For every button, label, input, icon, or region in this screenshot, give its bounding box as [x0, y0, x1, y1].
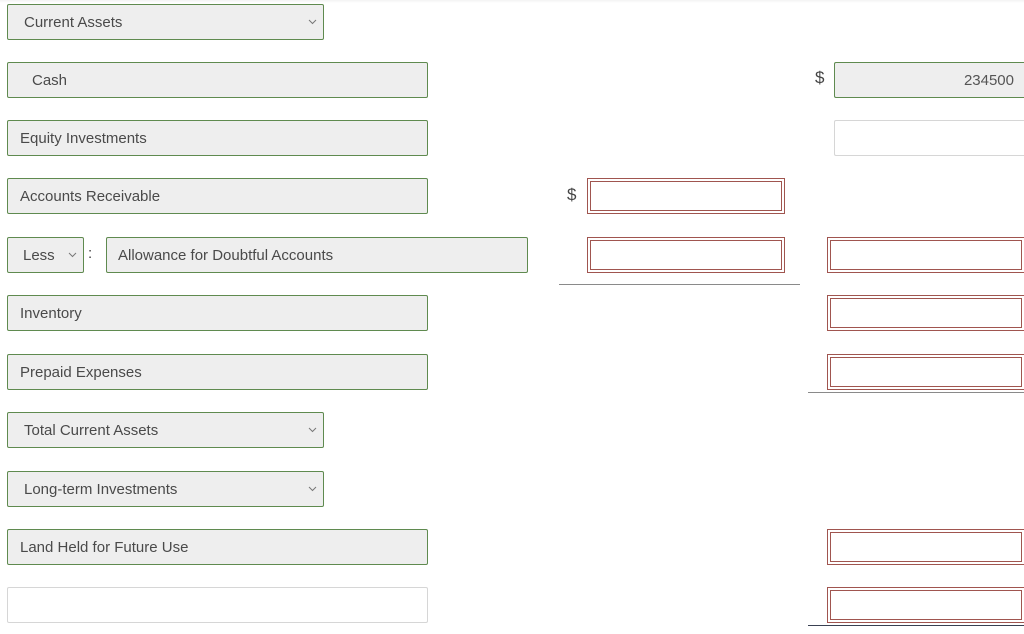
- account-field-blank[interactable]: [7, 587, 428, 623]
- equity-investments-amount-input[interactable]: [834, 120, 1024, 156]
- section-select-long-term-investments[interactable]: Long-term Investments: [7, 471, 324, 507]
- prepaid-expenses-amount-input[interactable]: [827, 354, 1024, 390]
- account-field-inventory[interactable]: Inventory: [7, 295, 428, 331]
- chevron-down-icon: [308, 486, 317, 492]
- account-label: Cash: [32, 71, 68, 89]
- total-rule: [808, 392, 1024, 393]
- total-select-current-assets[interactable]: Total Current Assets: [7, 412, 324, 448]
- select-value: Less: [23, 246, 55, 264]
- subtotal-rule: [559, 284, 800, 285]
- net-receivable-amount-input[interactable]: [827, 237, 1024, 273]
- modifier-select-less[interactable]: Less: [7, 237, 84, 273]
- currency-symbol: $: [567, 185, 577, 204]
- accounts-receivable-amount-input[interactable]: [587, 178, 785, 214]
- blank-row-amount-input[interactable]: [827, 587, 1024, 623]
- select-value: Long-term Investments: [24, 480, 178, 498]
- separator-colon: :: [88, 245, 93, 262]
- account-field-allowance-doubtful-accounts[interactable]: Allowance for Doubtful Accounts: [106, 237, 528, 273]
- chevron-down-icon: [308, 19, 317, 25]
- account-label: Allowance for Doubtful Accounts: [118, 246, 334, 264]
- account-label: Inventory: [20, 304, 82, 322]
- account-field-accounts-receivable[interactable]: Accounts Receivable: [7, 178, 428, 214]
- select-value: Total Current Assets: [24, 421, 159, 439]
- top-shadow: [0, 0, 1024, 3]
- account-label: Accounts Receivable: [20, 187, 161, 205]
- allowance-amount-input[interactable]: [587, 237, 785, 273]
- amount-value: 234500: [963, 71, 1014, 89]
- account-field-prepaid-expenses[interactable]: Prepaid Expenses: [7, 354, 428, 390]
- account-field-land-held[interactable]: Land Held for Future Use: [7, 529, 428, 565]
- total-rule: [808, 625, 1024, 626]
- cash-amount-input[interactable]: 234500: [834, 62, 1024, 98]
- section-select-current-assets[interactable]: Current Assets: [7, 4, 324, 40]
- select-value: Current Assets: [24, 13, 123, 31]
- currency-symbol: $: [815, 68, 825, 87]
- account-field-cash[interactable]: Cash: [7, 62, 428, 98]
- balance-sheet-form: Current Assets Cash $ 234500 Equity Inve…: [0, 0, 1024, 634]
- chevron-down-icon: [308, 427, 317, 433]
- inventory-amount-input[interactable]: [827, 295, 1024, 331]
- account-label: Land Held for Future Use: [20, 538, 189, 556]
- chevron-down-icon: [68, 252, 77, 258]
- account-field-equity-investments[interactable]: Equity Investments: [7, 120, 428, 156]
- account-label: Equity Investments: [20, 129, 147, 147]
- land-amount-input[interactable]: [827, 529, 1024, 565]
- account-label: Prepaid Expenses: [20, 363, 142, 381]
